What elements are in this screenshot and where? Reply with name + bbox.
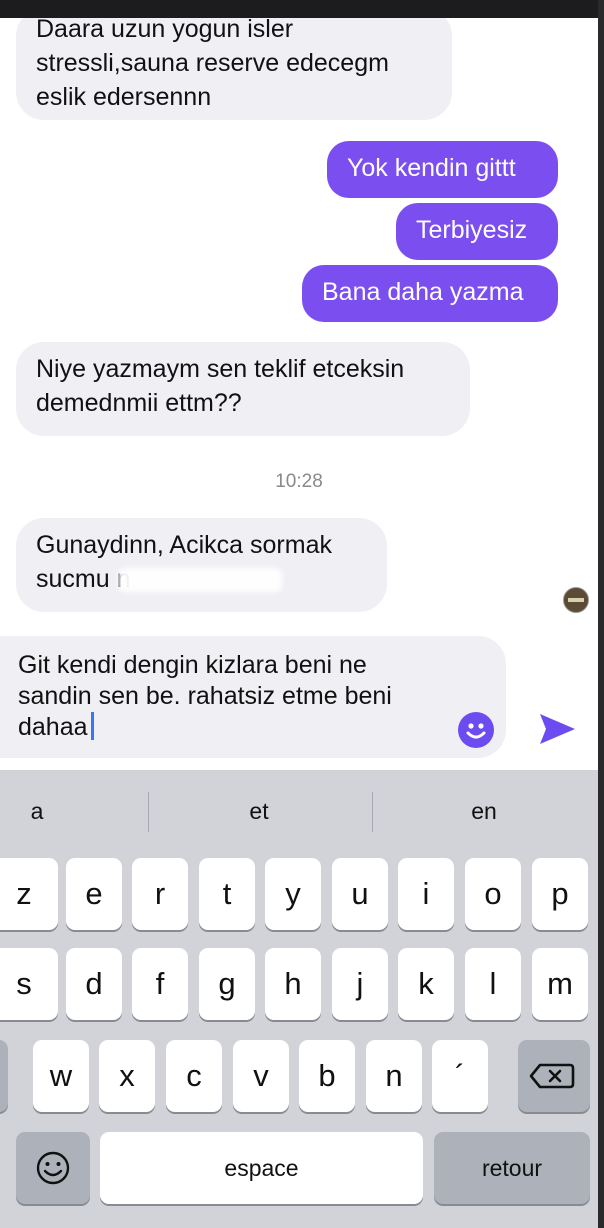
return-key[interactable]: retour: [434, 1132, 590, 1204]
key-j[interactable]: j: [332, 948, 388, 1020]
redaction-overlay: [118, 568, 282, 592]
key-c[interactable]: c: [166, 1040, 222, 1112]
key-g[interactable]: g: [199, 948, 255, 1020]
shift-key[interactable]: [0, 1040, 8, 1112]
key-b[interactable]: b: [299, 1040, 355, 1112]
key-y[interactable]: y: [265, 858, 321, 930]
key-accent[interactable]: ´: [432, 1040, 488, 1112]
key-m[interactable]: m: [532, 948, 588, 1020]
smiley-icon: [466, 723, 486, 739]
incoming-message: Daara uzun yogun isler stressli,sauna re…: [16, 18, 452, 120]
emoji-button[interactable]: [458, 712, 494, 748]
key-r[interactable]: r: [132, 858, 188, 930]
outgoing-message: Terbiyesiz: [396, 203, 558, 260]
key-f[interactable]: f: [132, 948, 188, 1020]
emoji-icon: [36, 1151, 70, 1185]
key-w[interactable]: w: [33, 1040, 89, 1112]
suggestion-divider: [372, 792, 373, 832]
message-input[interactable]: Git kendi dengin kizlara beni ne sandin …: [0, 636, 506, 758]
suggestion-1[interactable]: a: [0, 798, 136, 825]
key-h[interactable]: h: [265, 948, 321, 1020]
read-receipt-avatar[interactable]: [563, 587, 589, 613]
text-cursor: [90, 712, 94, 740]
key-s[interactable]: s: [0, 948, 58, 1020]
suggestion-3[interactable]: en: [385, 798, 583, 825]
status-bar: [0, 0, 604, 20]
key-o[interactable]: o: [465, 858, 521, 930]
backspace-icon: [529, 1063, 575, 1089]
key-k[interactable]: k: [398, 948, 454, 1020]
send-icon: [540, 714, 575, 744]
key-z[interactable]: z: [0, 858, 58, 930]
suggestion-2[interactable]: et: [160, 798, 358, 825]
incoming-message: Gunaydinn, Acikca sormak sucmu n: [16, 518, 387, 612]
send-button[interactable]: [536, 708, 578, 750]
key-l[interactable]: l: [465, 948, 521, 1020]
key-t[interactable]: t: [199, 858, 255, 930]
key-d[interactable]: d: [66, 948, 122, 1020]
screen-edge: [598, 0, 604, 1228]
key-p[interactable]: p: [532, 858, 588, 930]
backspace-key[interactable]: [518, 1040, 590, 1112]
key-x[interactable]: x: [99, 1040, 155, 1112]
key-i[interactable]: i: [398, 858, 454, 930]
key-n[interactable]: n: [366, 1040, 422, 1112]
outgoing-message: Yok kendin gittt: [327, 141, 558, 198]
emoji-key[interactable]: [16, 1132, 90, 1204]
suggestion-divider: [148, 792, 149, 832]
composer: Git kendi dengin kizlara beni ne sandin …: [0, 636, 598, 788]
message-input-text: Git kendi dengin kizlara beni ne sandin …: [18, 651, 392, 741]
incoming-message: Niye yazmaym sen teklif etceksin demednm…: [16, 342, 470, 436]
keyboard: a et en z e r t y u i o p s d f g h j k …: [0, 770, 598, 1228]
key-u[interactable]: u: [332, 858, 388, 930]
chat-screen: Daara uzun yogun isler stressli,sauna re…: [0, 0, 604, 1228]
key-e[interactable]: e: [66, 858, 122, 930]
space-key[interactable]: espace: [100, 1132, 423, 1204]
key-v[interactable]: v: [233, 1040, 289, 1112]
message-timestamp: 10:28: [275, 471, 323, 492]
outgoing-message: Bana daha yazma: [302, 265, 558, 322]
